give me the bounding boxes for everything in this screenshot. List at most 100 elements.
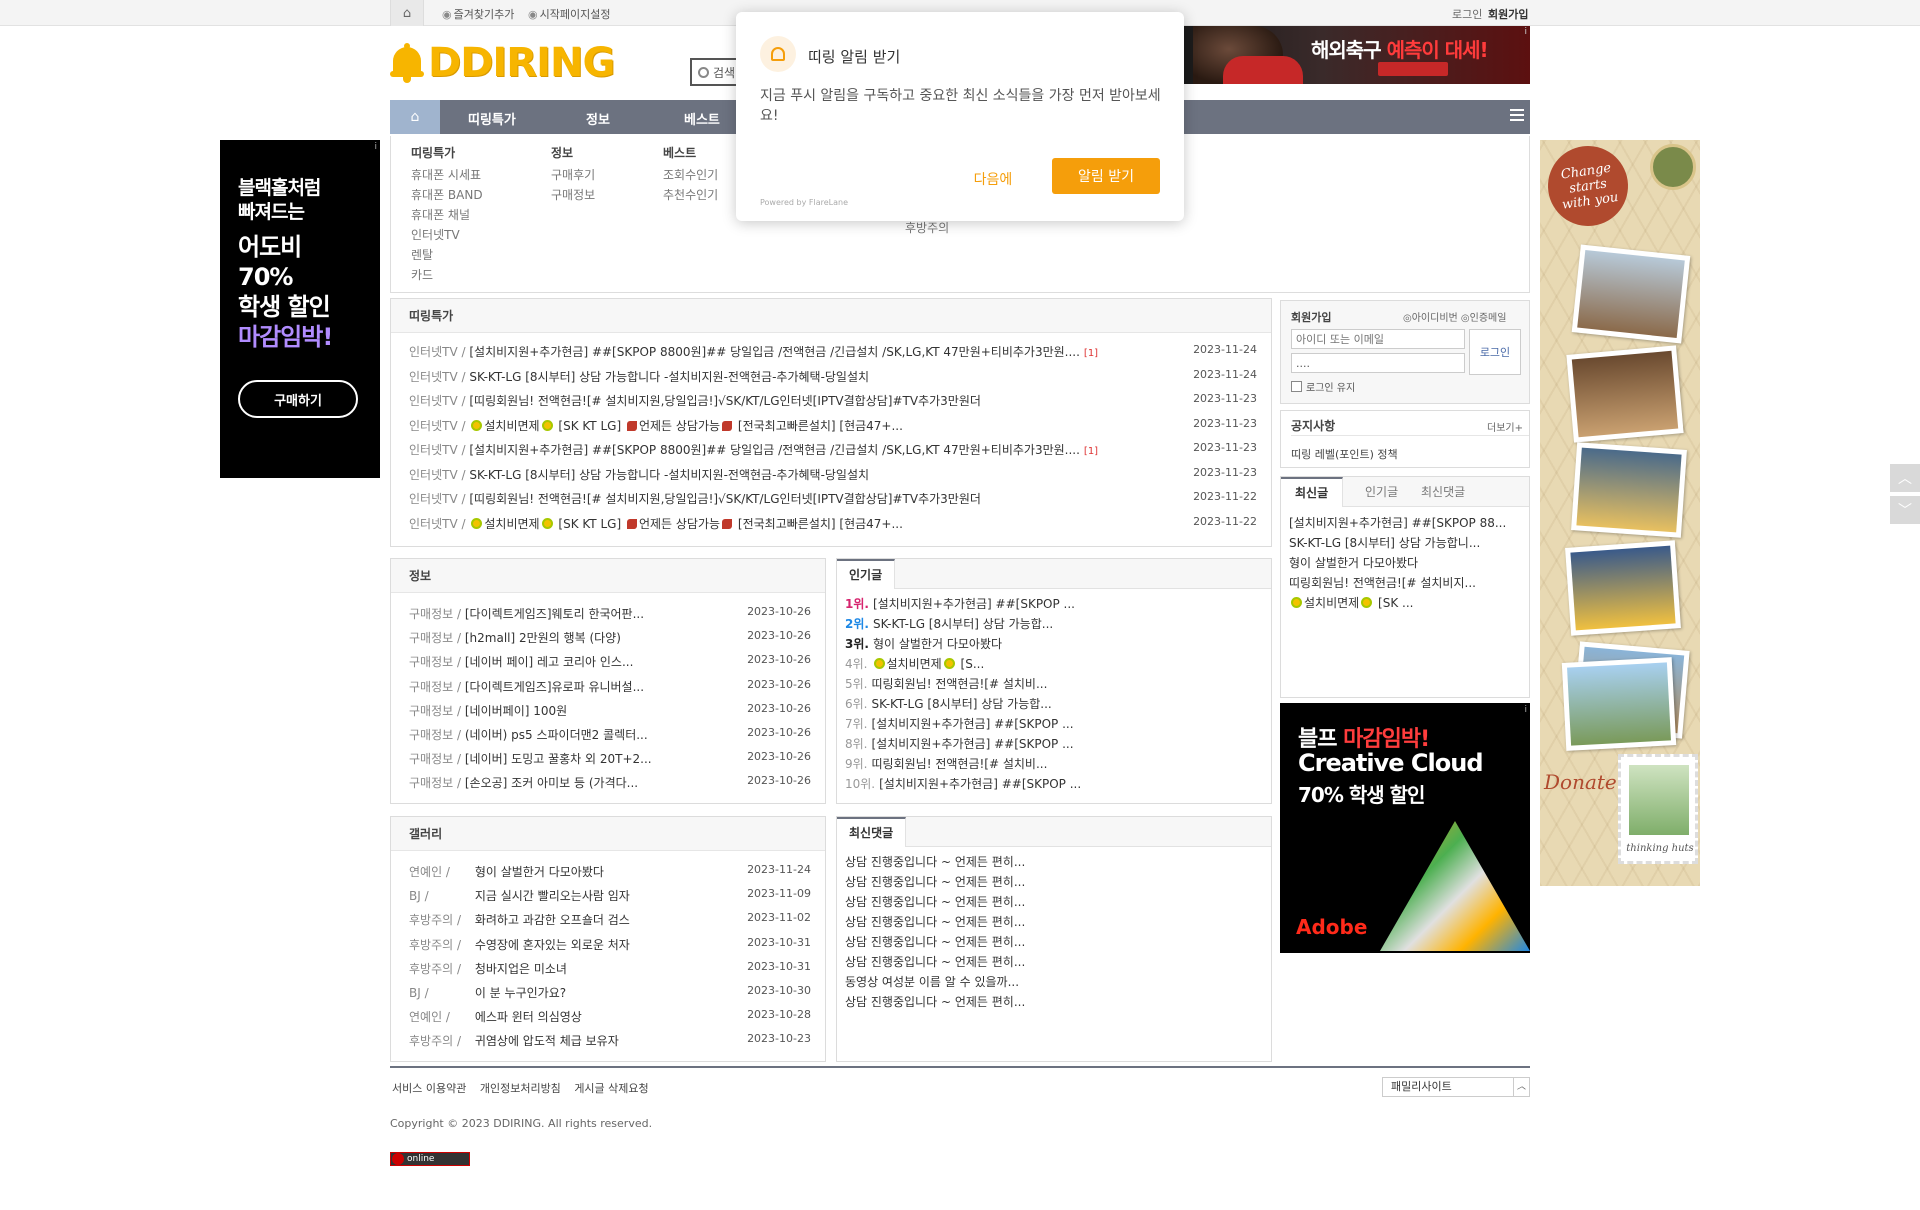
delete-request-link[interactable]: 게시글 삭제요청 (574, 1082, 648, 1095)
comment-row[interactable]: 상담 진행중입니다 ~ 언제든 편히... (845, 853, 1263, 873)
top-banner-ad[interactable]: 해외축구 예측이 대세! i (1183, 26, 1530, 84)
recent-item[interactable]: [설치비지원+추가현금] ##[SKPOP 88... (1289, 514, 1506, 531)
info-row[interactable]: 구매정보 / (네이버) ps5 스파이더맨2 콜렉터... 2023-10-26 (409, 726, 811, 746)
gallery-row[interactable]: BJ / 이 분 누구인가요? 2023-10-30 (409, 984, 811, 1004)
popular-row[interactable]: 3위. 형이 살벌한거 다모아봤다 (845, 635, 1263, 655)
privacy-link[interactable]: 개인정보처리방침 (480, 1082, 561, 1095)
recent-item[interactable]: 설치비면제 [SK ... (1289, 594, 1413, 611)
mega-heading[interactable]: 베스트 (663, 144, 718, 161)
password-input[interactable] (1291, 353, 1465, 373)
info-row[interactable]: 구매정보 / [다이렉트게임즈]웨토리 한국어판... 2023-10-26 (409, 605, 811, 625)
comment-row[interactable]: 상담 진행중입니다 ~ 언제든 편히... (845, 933, 1263, 953)
comment-row[interactable]: 상담 진행중입니다 ~ 언제든 편히... (845, 913, 1263, 933)
deal-row[interactable]: 인터넷TV / 설치비면제 [SK KT LG] 언제든 상담가능 [전국최고빠… (409, 515, 1257, 535)
deal-row[interactable]: 인터넷TV / [띠링회원님! 전액현금![# 설치비지원,당일입금!]√SK/… (409, 392, 1257, 412)
mega-heading[interactable]: 정보 (551, 144, 595, 161)
gallery-panel-title[interactable]: 갤러리 (391, 817, 825, 851)
terms-link[interactable]: 서비스 이용약관 (392, 1082, 466, 1095)
info-row[interactable]: 구매정보 / [네이버 페이] 레고 코리아 인스... 2023-10-26 (409, 653, 811, 673)
mega-item[interactable]: 렌탈 (411, 245, 483, 265)
mega-item[interactable]: 추천수인기 (663, 185, 718, 205)
nav-item-info[interactable]: 정보 (586, 109, 610, 128)
tab-recent-comments[interactable]: 최신댓글 (1407, 477, 1479, 507)
tab-popular-posts[interactable]: 인기글 (1351, 477, 1412, 507)
recent-item[interactable]: SK-KT-LG [8시부터] 상담 가능합니... (1289, 534, 1480, 551)
mega-item[interactable]: 후방주의 (905, 218, 949, 238)
mega-item[interactable]: 구매정보 (551, 185, 595, 205)
scroll-down-icon[interactable]: ﹀ (1890, 496, 1920, 524)
verify-email-link[interactable]: ◎인증메일 (1461, 313, 1507, 324)
subscribe-button[interactable]: 알림 받기 (1052, 158, 1160, 194)
nav-item-deals[interactable]: 띠링특가 (468, 109, 516, 128)
id-input[interactable] (1291, 329, 1465, 349)
right-side-ad[interactable]: Change starts with you Donate thinking h… (1540, 140, 1700, 886)
gallery-row[interactable]: 연예인 / 형이 살벌한거 다모아봤다 2023-11-24 (409, 863, 811, 883)
popular-row[interactable]: 4위. 설치비면제 [S... (845, 655, 1263, 675)
notice-more-link[interactable]: 더보기+ (1487, 419, 1523, 434)
recent-item[interactable]: 형이 살벌한거 다모아봤다 (1289, 554, 1418, 571)
gallery-row[interactable]: 후방주의 / 화려하고 과감한 오프숄더 검스 2023-11-02 (409, 911, 811, 931)
popular-row[interactable]: 9위. 띠링회원님! 전액현금![# 설치비... (845, 755, 1263, 775)
mega-heading[interactable]: 띠링특가 (411, 144, 483, 161)
comment-row[interactable]: 동영상 여성분 이름 알 수 있을까... (845, 973, 1263, 993)
popular-row[interactable]: 2위. SK-KT-LG [8시부터] 상담 가능합... (845, 615, 1263, 635)
scroll-up-icon[interactable]: ︿ (1890, 464, 1920, 492)
tab-popular[interactable]: 인기글 (837, 559, 896, 589)
checkbox-icon[interactable] (1291, 381, 1302, 392)
popular-row[interactable]: 1위. [설치비지원+추가현금] ##[SKPOP ... (845, 595, 1263, 615)
deals-panel-title[interactable]: 띠링특가 (391, 299, 1271, 333)
gallery-row[interactable]: BJ / 지금 실시간 빨리오는사람 임자 2023-11-09 (409, 887, 811, 907)
info-panel-title[interactable]: 정보 (391, 559, 825, 593)
info-row[interactable]: 구매정보 / [네이버페이] 100원 2023-10-26 (409, 702, 811, 722)
find-id-link[interactable]: ◎아이디비번 (1403, 313, 1458, 324)
popular-row[interactable]: 8위. [설치비지원+추가현금] ##[SKPOP ... (845, 735, 1263, 755)
gallery-row[interactable]: 후방주의 / 귀염상에 압도적 체급 보유자 2023-10-23 (409, 1032, 811, 1052)
popular-row[interactable]: 6위. SK-KT-LG [8시부터] 상담 가능합... (845, 695, 1263, 715)
deal-row[interactable]: 인터넷TV / SK-KT-LG [8시부터] 상담 가능합니다 -설치비지원-… (409, 368, 1257, 388)
login-button[interactable]: 로그인 (1469, 329, 1521, 375)
ad-buy-button[interactable]: 구매하기 (238, 380, 358, 418)
site-logo[interactable]: DDIRING (390, 40, 615, 86)
startpage-link[interactable]: ◉ 시작페이지설정 (528, 6, 610, 22)
tab-recent-posts[interactable]: 최신글 (1281, 477, 1344, 507)
deal-row[interactable]: 인터넷TV / [띠링회원님! 전액현금![# 설치비지원,당일입금!]√SK/… (409, 490, 1257, 510)
mega-item[interactable]: 카드 (411, 265, 483, 285)
mega-item[interactable]: 조회수인기 (663, 165, 718, 185)
keep-login-checkbox[interactable]: 로그인 유지 (1291, 379, 1355, 394)
gallery-row[interactable]: 후방주의 / 청바지업은 미소녀 2023-10-31 (409, 960, 811, 980)
comment-row[interactable]: 상담 진행중입니다 ~ 언제든 편히... (845, 893, 1263, 913)
join-link[interactable]: 회원가입 (1488, 6, 1528, 22)
info-row[interactable]: 구매정보 / [네이버] 도밍고 꿀홍차 외 20T+2... 2023-10-2… (409, 750, 811, 770)
bookmark-link[interactable]: ◉ 즐겨찾기추가 (442, 6, 514, 22)
info-row[interactable]: 구매정보 / [h2mall] 2만원의 행복 (다양) 2023-10-26 (409, 629, 811, 649)
notice-title[interactable]: 공지사항 (1291, 417, 1335, 434)
ad-info-icon[interactable]: i (1524, 27, 1527, 37)
creative-cloud-ad[interactable]: 블프 마감임박! Creative Cloud 70% 학생 할인 Adobe … (1280, 703, 1530, 953)
comment-row[interactable]: 상담 진행중입니다 ~ 언제든 편히... (845, 873, 1263, 893)
info-row[interactable]: 구매정보 / [손오공] 조커 아미보 등 (가격다... 2023-10-26 (409, 774, 811, 794)
later-button[interactable]: 다음에 (958, 162, 1028, 196)
left-side-ad[interactable]: 블랙홀처럼 빠져드는 어도비 70% 학생 할인 마감임박! 구매하기 i (220, 140, 380, 478)
mega-item[interactable]: 휴대폰 BAND (411, 185, 483, 205)
mega-item[interactable]: 구매후기 (551, 165, 595, 185)
tab-recent-comments[interactable]: 최신댓글 (837, 817, 907, 847)
nav-home-icon[interactable]: ⌂ (390, 100, 440, 134)
comment-row[interactable]: 상담 진행중입니다 ~ 언제든 편히... (845, 993, 1263, 1013)
deal-row[interactable]: 인터넷TV / [설치비지원+추가현금] ##[SKPOP 8800원]## 당… (409, 441, 1257, 461)
popular-row[interactable]: 10위. [설치비지원+추가현금] ##[SKPOP ... (845, 775, 1263, 795)
hamburger-menu-icon[interactable] (1510, 109, 1524, 123)
gallery-row[interactable]: 연예인 / 에스파 윈터 의심영상 2023-10-28 (409, 1008, 811, 1028)
mega-item[interactable]: 휴대폰 시세표 (411, 165, 483, 185)
popular-row[interactable]: 5위. 띠링회원님! 전액현금![# 설치비... (845, 675, 1263, 695)
notice-item[interactable]: 띠링 레벨(포인트) 정책 (1291, 446, 1398, 462)
mega-item[interactable]: 인터넷TV (411, 225, 483, 245)
deal-row[interactable]: 인터넷TV / [설치비지원+추가현금] ##[SKPOP 8800원]## 당… (409, 343, 1257, 363)
recent-item[interactable]: 띠링회원님! 전액현금![# 설치비지... (1289, 574, 1476, 591)
home-icon[interactable]: ⌂ (390, 0, 424, 26)
login-link[interactable]: 로그인 (1452, 6, 1482, 22)
mega-item[interactable]: 휴대폰 채널 (411, 205, 483, 225)
comment-row[interactable]: 상담 진행중입니다 ~ 언제든 편히... (845, 953, 1263, 973)
ad-info-icon[interactable]: i (374, 142, 377, 152)
popular-row[interactable]: 7위. [설치비지원+추가현금] ##[SKPOP ... (845, 715, 1263, 735)
deal-row[interactable]: 인터넷TV / SK-KT-LG [8시부터] 상담 가능합니다 -설치비지원-… (409, 466, 1257, 486)
